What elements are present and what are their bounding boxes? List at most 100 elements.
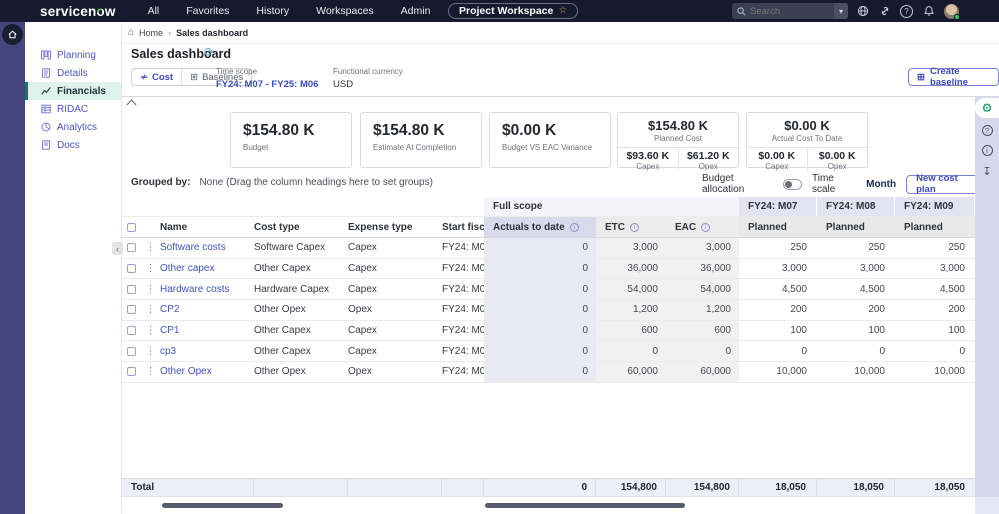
- row-planned-m09[interactable]: 4,500: [895, 279, 975, 299]
- breadcrumb-home-icon[interactable]: ⌂: [128, 27, 134, 38]
- row-checkbox[interactable]: [127, 346, 136, 356]
- row-planned-m08[interactable]: 200: [817, 300, 895, 320]
- info-icon[interactable]: i: [569, 222, 579, 232]
- row-name-link[interactable]: Software costs: [160, 238, 254, 258]
- col-header-planned-m09[interactable]: Planned: [895, 217, 975, 237]
- row-planned-m08[interactable]: 3,000: [817, 259, 895, 279]
- search-scope-caret[interactable]: ▾: [834, 3, 848, 19]
- col-header-planned-m07[interactable]: Planned: [739, 217, 817, 237]
- time-scope-value[interactable]: FY24: M07 - FY25: M06: [216, 79, 318, 90]
- col-header-name[interactable]: Name: [160, 217, 254, 237]
- export-download-button[interactable]: ↧: [975, 163, 999, 179]
- row-planned-m07[interactable]: 4,500: [739, 279, 817, 299]
- row-name-link[interactable]: cp3: [160, 341, 254, 361]
- nav-item-history[interactable]: History: [256, 5, 289, 17]
- globe-icon[interactable]: [856, 5, 869, 18]
- sidebar-item-financials[interactable]: Financials: [25, 82, 121, 100]
- nav-item-workspaces[interactable]: Workspaces: [316, 5, 374, 17]
- workspace-pill[interactable]: Project Workspace ☆: [448, 3, 579, 19]
- row-menu-kebab-icon[interactable]: ⋮: [141, 238, 160, 258]
- row-planned-m07[interactable]: 0: [739, 341, 817, 361]
- budget-allocation-toggle[interactable]: [782, 178, 802, 190]
- row-checkbox[interactable]: [127, 305, 136, 315]
- row-checkbox[interactable]: [127, 264, 136, 274]
- breadcrumb-home[interactable]: Home: [139, 28, 163, 38]
- table-row[interactable]: ⋮ CP1 Other Capex Capex FY24: M07 0 600 …: [122, 320, 975, 342]
- row-menu-kebab-icon[interactable]: ⋮: [141, 362, 160, 382]
- row-planned-m08[interactable]: 100: [817, 321, 895, 341]
- row-planned-m09[interactable]: 200: [895, 300, 975, 320]
- row-name-link[interactable]: Other Opex: [160, 362, 254, 382]
- connect-chat-icon[interactable]: [878, 5, 891, 18]
- help-icon[interactable]: ?: [900, 4, 913, 18]
- col-header-planned-m08[interactable]: Planned: [817, 217, 895, 237]
- row-planned-m09[interactable]: 250: [895, 238, 975, 258]
- refresh-icon[interactable]: ⟳: [204, 45, 214, 59]
- col-header-etc[interactable]: ETC i: [596, 217, 666, 237]
- table-row[interactable]: ⋮ Hardware costs Hardware Capex Capex FY…: [122, 279, 975, 301]
- col-header-expense-type[interactable]: Expense type: [348, 217, 442, 237]
- row-menu-kebab-icon[interactable]: ⋮: [141, 259, 160, 279]
- info-panel-button[interactable]: i: [975, 142, 999, 158]
- row-checkbox[interactable]: [127, 243, 136, 253]
- nav-item-admin[interactable]: Admin: [401, 5, 431, 17]
- row-planned-m07[interactable]: 250: [739, 238, 817, 258]
- table-row[interactable]: ⋮ cp3 Other Capex Capex FY24: M07 0 0 0 …: [122, 341, 975, 363]
- row-planned-m07[interactable]: 200: [739, 300, 817, 320]
- row-planned-m08[interactable]: 0: [817, 341, 895, 361]
- row-checkbox[interactable]: [127, 367, 136, 377]
- col-header-cost-type[interactable]: Cost type: [254, 217, 348, 237]
- search-box[interactable]: ▾: [732, 3, 848, 19]
- info-icon[interactable]: i: [701, 222, 711, 232]
- row-menu-kebab-icon[interactable]: ⋮: [141, 279, 160, 299]
- table-row[interactable]: ⋮ Other capex Other Capex Capex FY24: M0…: [122, 258, 975, 280]
- sidebar-item-details[interactable]: Details: [25, 64, 121, 82]
- table-row[interactable]: ⋮ Other Opex Other Opex Opex FY24: M07 0…: [122, 362, 975, 383]
- nav-item-favorites[interactable]: Favorites: [186, 5, 229, 17]
- collapse-panel-chevron-icon[interactable]: [126, 99, 137, 110]
- sidebar-item-ridac[interactable]: RIDAC: [25, 100, 121, 118]
- row-planned-m07[interactable]: 3,000: [739, 259, 817, 279]
- col-header-eac[interactable]: EAC i: [666, 217, 739, 237]
- row-planned-m07[interactable]: 10,000: [739, 362, 817, 382]
- time-scale-value[interactable]: Month: [866, 179, 896, 190]
- sidebar-item-docs[interactable]: Docs: [25, 136, 121, 154]
- row-name-link[interactable]: CP2: [160, 300, 254, 320]
- row-name-link[interactable]: Other capex: [160, 259, 254, 279]
- create-baseline-button[interactable]: ⊞ Create baseline: [908, 66, 999, 88]
- star-icon[interactable]: ☆: [558, 6, 567, 16]
- pinned-columns-scrollbar[interactable]: [162, 503, 283, 508]
- sidebar-item-analytics[interactable]: Analytics: [25, 118, 121, 136]
- row-menu-kebab-icon[interactable]: ⋮: [141, 341, 160, 361]
- collapse-pinned-columns-button[interactable]: ‹: [112, 242, 123, 255]
- row-planned-m09[interactable]: 10,000: [895, 362, 975, 382]
- row-checkbox[interactable]: [127, 326, 136, 336]
- grouped-by-value[interactable]: None (Drag the column headings here to s…: [199, 177, 432, 188]
- row-planned-m09[interactable]: 100: [895, 321, 975, 341]
- row-menu-kebab-icon[interactable]: ⋮: [141, 300, 160, 320]
- search-input[interactable]: [746, 5, 834, 17]
- help-panel-button[interactable]: ?: [975, 122, 999, 138]
- notifications-bell-icon[interactable]: [922, 5, 935, 18]
- user-avatar[interactable]: [944, 3, 960, 20]
- row-planned-m07[interactable]: 100: [739, 321, 817, 341]
- row-planned-m08[interactable]: 4,500: [817, 279, 895, 299]
- select-all-checkbox[interactable]: [127, 222, 136, 232]
- row-name-link[interactable]: Hardware costs: [160, 279, 254, 299]
- nav-item-all[interactable]: All: [148, 5, 160, 17]
- sidebar-item-planning[interactable]: Planning: [25, 46, 121, 64]
- col-header-actuals[interactable]: Actuals to date i: [484, 217, 596, 237]
- home-button[interactable]: [2, 24, 23, 45]
- row-planned-m09[interactable]: 0: [895, 341, 975, 361]
- row-planned-m08[interactable]: 10,000: [817, 362, 895, 382]
- cost-tab[interactable]: ≁ Cost: [132, 69, 181, 85]
- row-planned-m09[interactable]: 3,000: [895, 259, 975, 279]
- table-row[interactable]: ⋮ Software costs Software Capex Capex FY…: [122, 238, 975, 259]
- row-checkbox[interactable]: [127, 284, 136, 294]
- row-planned-m08[interactable]: 250: [817, 238, 895, 258]
- settings-tab-active[interactable]: ⚙: [975, 98, 999, 118]
- info-icon[interactable]: i: [630, 222, 639, 232]
- row-name-link[interactable]: CP1: [160, 321, 254, 341]
- table-row[interactable]: ⋮ CP2 Other Opex Opex FY24: M07 0 1,200 …: [122, 300, 975, 321]
- row-menu-kebab-icon[interactable]: ⋮: [141, 321, 160, 341]
